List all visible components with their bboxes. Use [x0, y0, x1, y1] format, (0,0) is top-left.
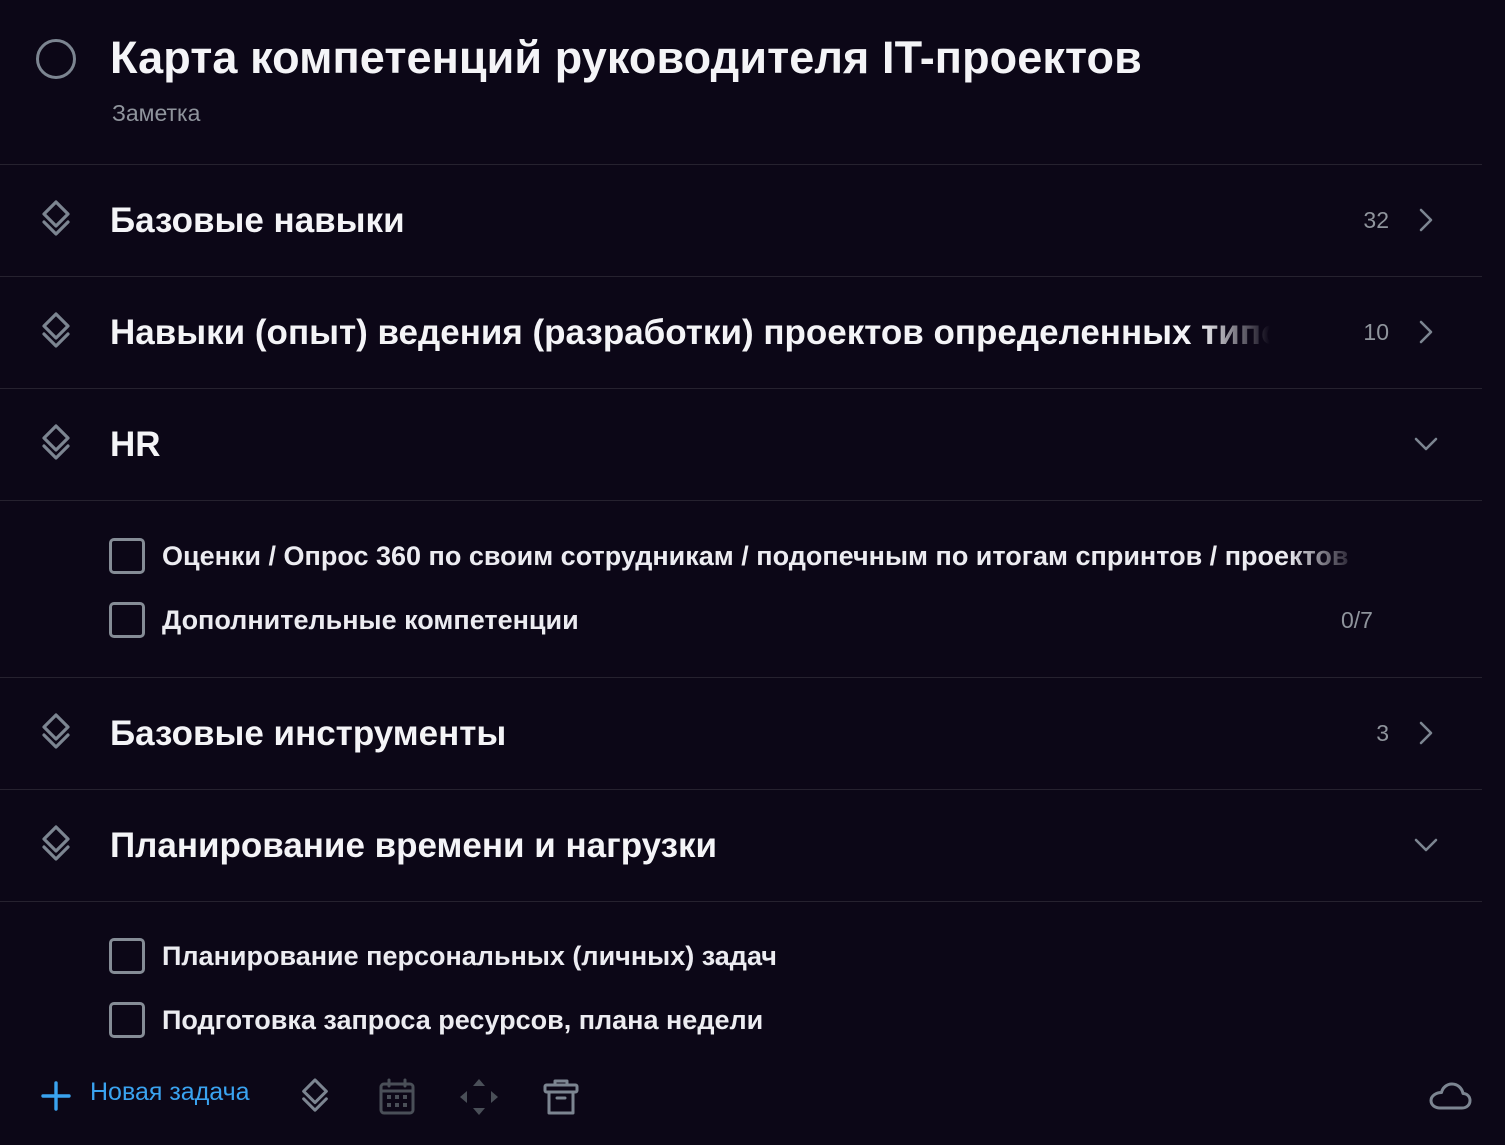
plus-icon[interactable]	[40, 1080, 72, 1112]
heading-icon	[42, 424, 70, 460]
chevron-down-icon[interactable]	[1412, 831, 1440, 859]
task-checkbox[interactable]	[109, 602, 145, 638]
heading-title: Навыки (опыт) ведения (разработки) проек…	[110, 313, 1270, 352]
heading-count: 10	[1363, 319, 1389, 345]
task-checkbox[interactable]	[109, 538, 145, 574]
task-row[interactable]: Подготовка запроса ресурсов, плана недел…	[0, 988, 1482, 1052]
heading-row-project-types[interactable]: Навыки (опыт) ведения (разработки) проек…	[0, 277, 1482, 389]
chevron-right-icon[interactable]	[1412, 719, 1440, 747]
heading-icon	[42, 713, 70, 749]
cloud-icon[interactable]	[1428, 1080, 1472, 1112]
heading-title: Планирование времени и нагрузки	[110, 826, 718, 865]
task-title: Планирование персональных (личных) задач	[162, 941, 777, 971]
project-progress-circle-icon[interactable]	[36, 39, 76, 79]
task-title: Оценки / Опрос 360 по своим сотрудникам …	[162, 541, 1349, 571]
task-row[interactable]: Планирование персональных (личных) задач	[0, 924, 1482, 988]
new-task-button[interactable]: Новая задача	[90, 1078, 250, 1107]
calendar-icon	[379, 1078, 415, 1115]
task-checkbox[interactable]	[109, 938, 145, 974]
task-checkbox[interactable]	[109, 1002, 145, 1038]
bottom-toolbar: Новая задача	[0, 1060, 1505, 1135]
project-page: Карта компетенций руководителя IT-проект…	[0, 0, 1505, 1145]
chevron-down-icon[interactable]	[1412, 430, 1440, 458]
heading-icon	[42, 825, 70, 861]
heading-icon	[42, 312, 70, 348]
heading-icon	[42, 200, 70, 236]
heading-title: HR	[110, 425, 161, 464]
move-icon	[460, 1079, 498, 1115]
heading-title: Базовые навыки	[110, 201, 405, 240]
task-title: Дополнительные компетенции	[162, 605, 579, 635]
heading-row-basic-tools[interactable]: Базовые инструменты 3	[0, 677, 1482, 790]
task-row[interactable]: Оценки / Опрос 360 по своим сотрудникам …	[0, 524, 1482, 588]
chevron-right-icon[interactable]	[1412, 318, 1440, 346]
heading-row-basic-skills[interactable]: Базовые навыки 32	[0, 165, 1482, 277]
heading-count: 3	[1376, 720, 1389, 746]
heading-row-time-planning[interactable]: Планирование времени и нагрузки	[0, 790, 1482, 902]
project-notes[interactable]: Заметка	[112, 100, 200, 127]
heading-count: 32	[1363, 207, 1389, 233]
task-row[interactable]: Дополнительные компетенции 0/7	[0, 588, 1482, 652]
checklist-progress: 0/7	[1341, 607, 1373, 633]
heading-icon[interactable]	[298, 1076, 332, 1116]
project-header: Карта компетенций руководителя IT-проект…	[0, 0, 1482, 165]
chevron-right-icon[interactable]	[1412, 206, 1440, 234]
trash-icon[interactable]	[542, 1078, 580, 1116]
heading-row-hr[interactable]: HR	[0, 389, 1482, 501]
heading-title: Базовые инструменты	[110, 714, 507, 753]
task-title: Подготовка запроса ресурсов, плана недел…	[162, 1005, 764, 1035]
project-title[interactable]: Карта компетенций руководителя IT-проект…	[110, 32, 1142, 84]
